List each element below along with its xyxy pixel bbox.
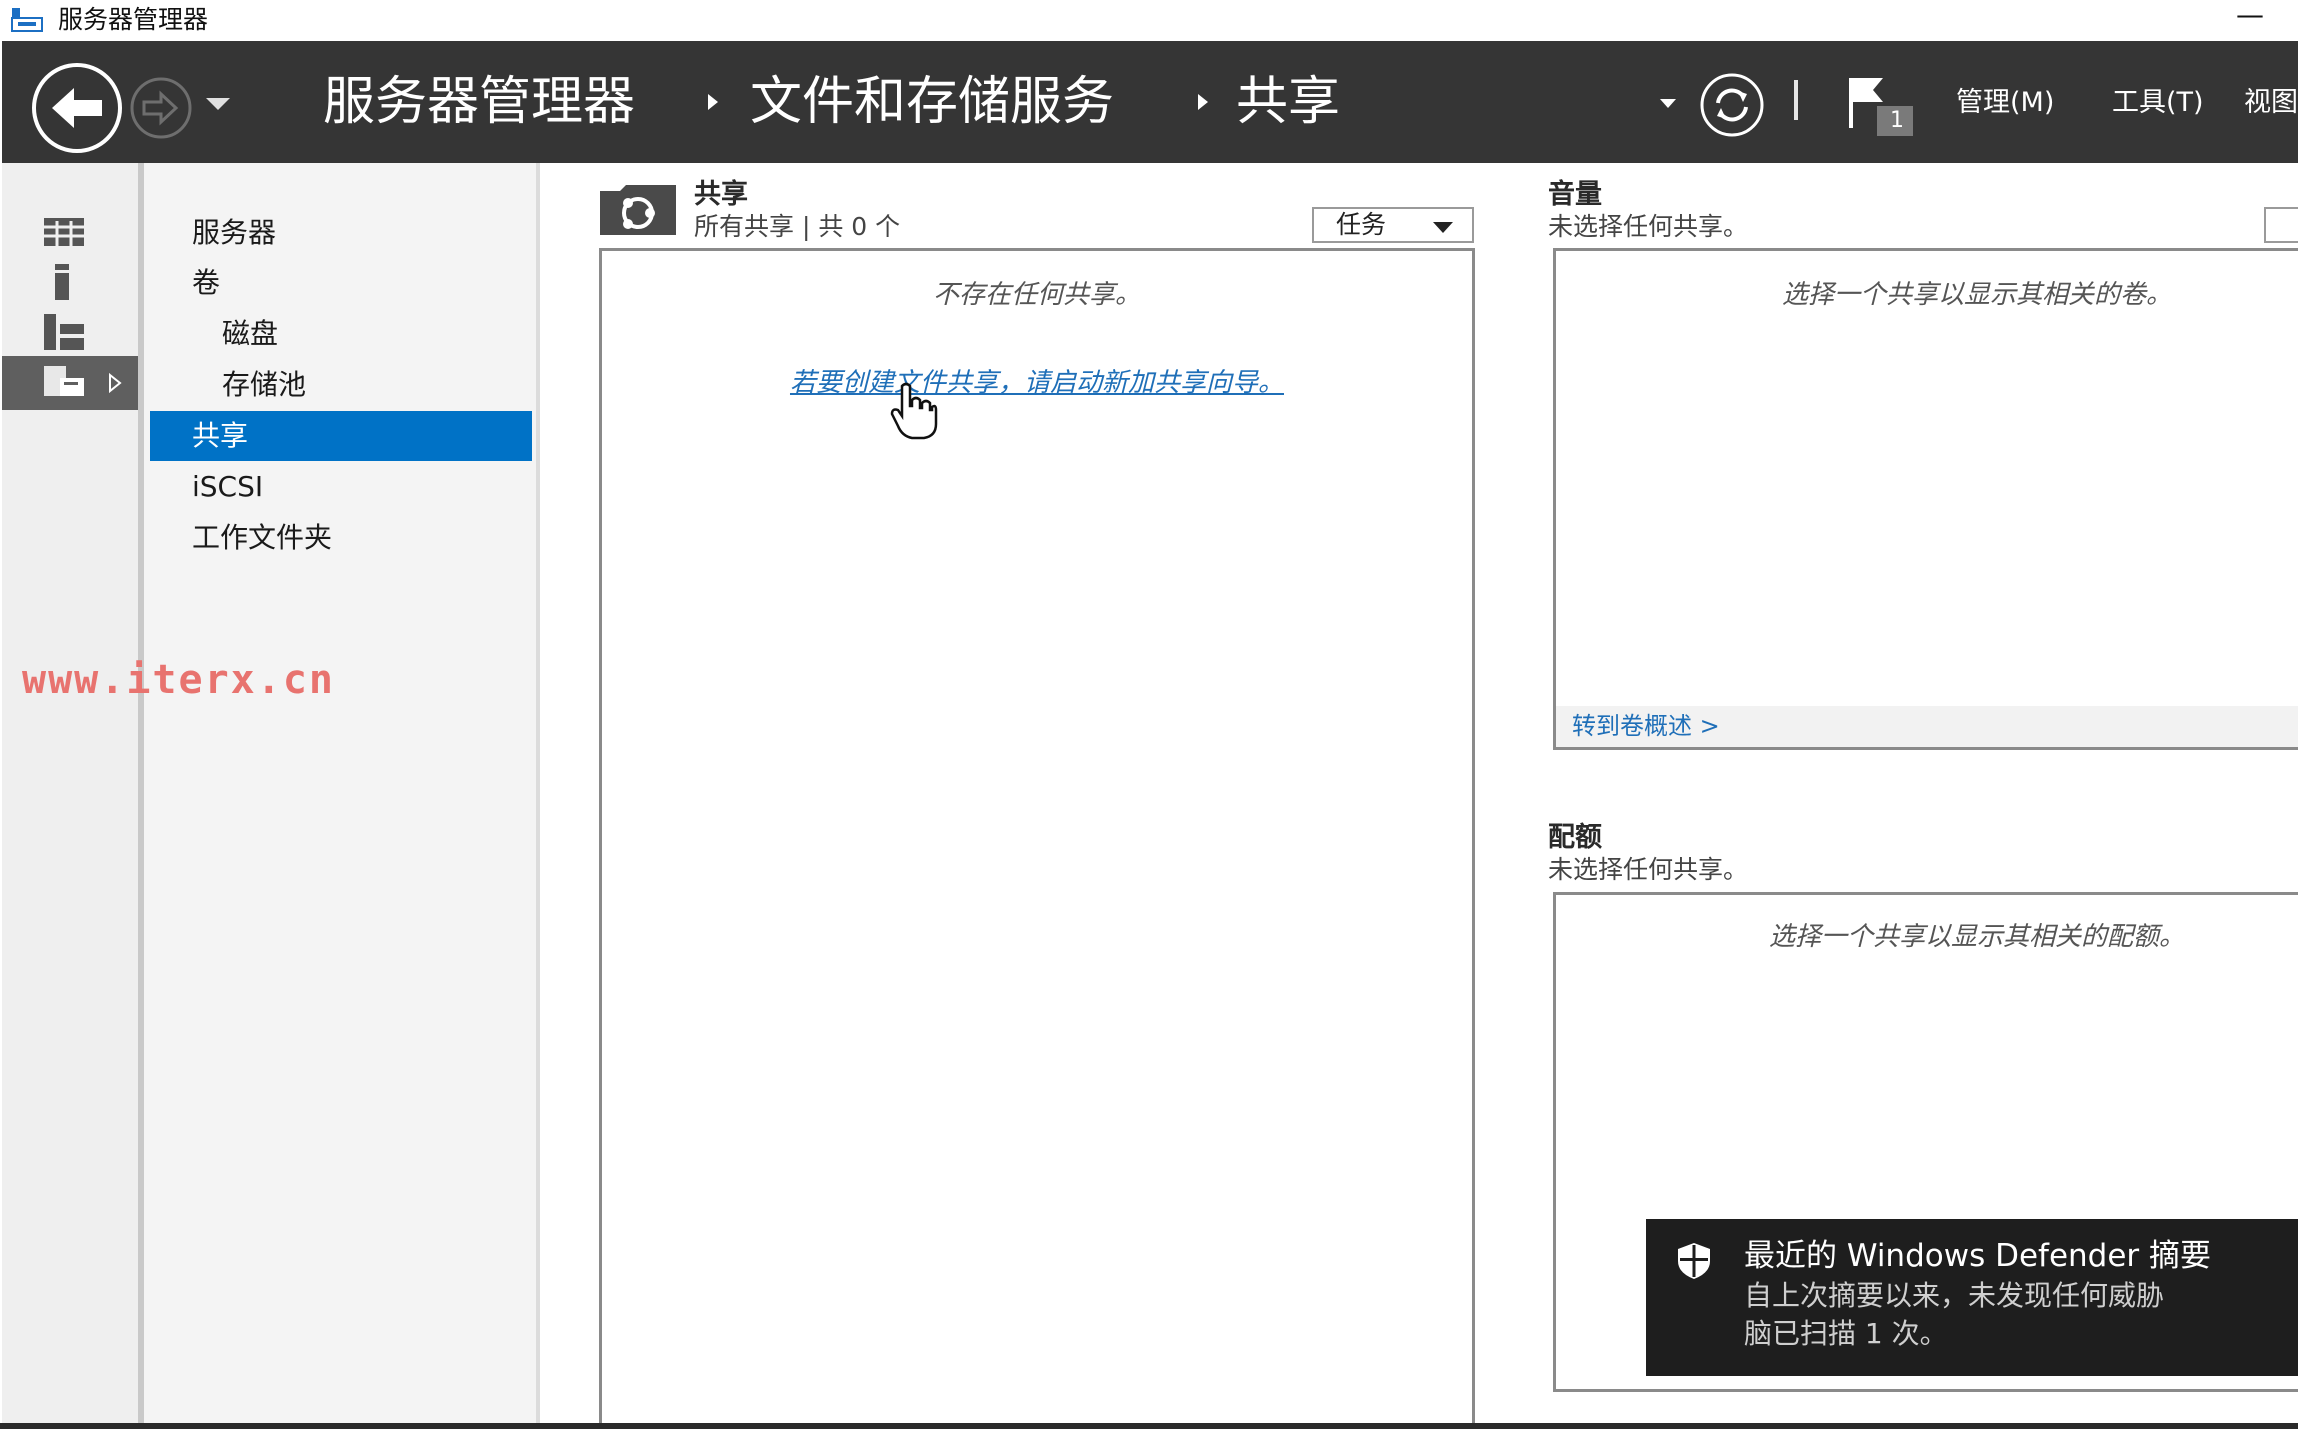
quota-panel-subtitle: 未选择任何共享。	[1548, 855, 1749, 884]
quota-empty-message: 选择一个共享以显示其相关的配额。	[1768, 922, 2185, 952]
notifications-flag-button[interactable]: 1	[1843, 74, 1923, 140]
back-button[interactable]	[30, 61, 124, 155]
refresh-button[interactable]	[1698, 71, 1766, 139]
nav-item-volumes[interactable]: 卷	[150, 258, 532, 308]
shares-list	[599, 248, 1475, 1429]
toast-message: 自上次摘要以来，未发现任何威胁	[1744, 1279, 2165, 1312]
rail-local-server[interactable]	[2, 256, 138, 310]
goto-volumes-overview-link[interactable]: 转到卷概述 >	[1572, 710, 1720, 742]
server-manager-icon	[11, 8, 43, 32]
shares-panel-title: 共享	[694, 179, 748, 210]
title-bar	[0, 0, 2298, 41]
header-divider	[1794, 80, 1798, 120]
rail-dashboard[interactable]	[2, 204, 138, 258]
nav-item-servers[interactable]: 服务器	[150, 208, 532, 258]
forward-button[interactable]	[128, 75, 194, 141]
taskbar-edge	[0, 1423, 2298, 1429]
breadcrumb-file-storage[interactable]: 文件和存储服务	[750, 72, 1114, 132]
volume-panel-box	[1553, 248, 2298, 750]
shares-empty-message: 不存在任何共享。	[932, 280, 1141, 310]
watermark: www.iterx.cn	[22, 657, 335, 703]
nav-item-shares[interactable]: 共享	[150, 411, 532, 461]
breadcrumb-separator-icon	[708, 94, 718, 110]
window-title: 服务器管理器	[58, 5, 209, 34]
menu-manage[interactable]: 管理(M)	[1956, 86, 2054, 120]
menu-tools[interactable]: 工具(T)	[2112, 86, 2204, 120]
nav-item-storage-pools[interactable]: 存储池	[150, 360, 532, 410]
volume-empty-message: 选择一个共享以显示其相关的卷。	[1781, 280, 2172, 310]
nav-item-iscsi[interactable]: iSCSI	[150, 462, 532, 512]
toast-message-line2: 脑已扫描 1 次。	[1744, 1317, 1948, 1350]
navigation-divider	[536, 163, 540, 1429]
tasks-label: 任务	[1336, 210, 1387, 239]
breadcrumb-separator-icon	[1198, 94, 1208, 110]
chevron-down-icon	[1433, 222, 1453, 233]
rail-file-storage[interactable]	[2, 356, 138, 410]
chevron-down-icon[interactable]	[1658, 96, 1678, 110]
shares-folder-icon	[600, 185, 676, 235]
shares-panel-subtitle: 所有共享 | 共 0 个	[694, 212, 901, 241]
file-storage-icon	[44, 366, 122, 396]
breadcrumb-server-manager[interactable]: 服务器管理器	[323, 72, 635, 132]
minimize-button[interactable]: —	[2225, 0, 2275, 36]
quota-panel-title: 配额	[1548, 822, 1602, 853]
volume-panel-title: 音量	[1548, 179, 1602, 210]
history-dropdown-icon[interactable]	[204, 92, 232, 114]
hand-cursor-icon	[890, 382, 938, 440]
server-icon	[55, 264, 69, 300]
rail-all-servers[interactable]	[2, 308, 138, 362]
volume-panel-subtitle: 未选择任何共享。	[1548, 212, 1749, 241]
new-share-wizard-link[interactable]: 若要创建文件共享，请启动新加共享向导。	[599, 366, 1475, 400]
breadcrumb-shares: 共享	[1236, 72, 1341, 132]
nav-item-work-folders[interactable]: 工作文件夹	[150, 513, 532, 563]
flag-icon	[1849, 78, 1913, 136]
shield-icon	[1678, 1243, 1710, 1279]
volume-tasks-dropdown[interactable]	[2264, 207, 2298, 243]
toast-title: 最近的 Windows Defender 摘要	[1744, 1238, 2212, 1274]
menu-view[interactable]: 视图	[2244, 86, 2298, 120]
nav-item-disks[interactable]: 磁盘	[150, 309, 532, 359]
notification-count-badge: 1	[1890, 108, 1904, 133]
dashboard-grid-icon	[44, 218, 84, 246]
servers-icon	[44, 314, 84, 350]
